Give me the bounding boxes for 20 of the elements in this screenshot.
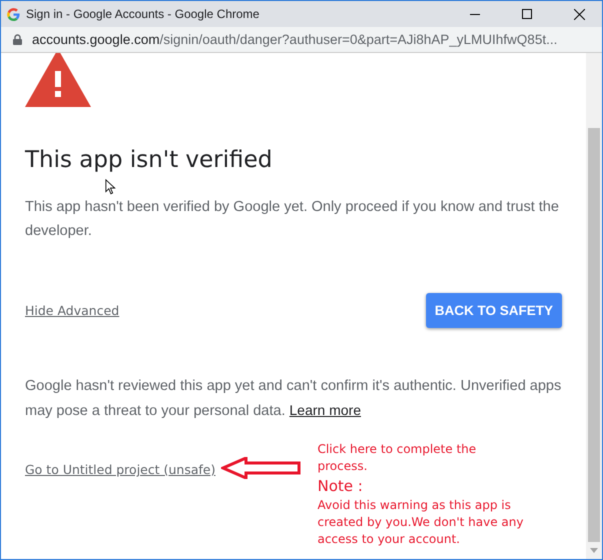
note-text: Avoid this warning as this app is created by you.We don't have any access to your account. [317,497,524,548]
scrollbar[interactable] [586,53,602,559]
warning-text: Google hasn't reviewed this app yet and can't confirm it's authentic. Unverified apps may pose a threat to your personal data. Learn more [25,377,562,421]
google-logo-icon [7,8,20,20]
window-title: Sign in - Google Accounts - Google Chrome [26,7,260,21]
learn-more-link[interactable]: Learn more [289,402,361,418]
unsafe-link[interactable]: Go to Untitled project (unsafe) [25,462,216,477]
back-to-safety-button[interactable]: BACK TO SAFETY [426,293,562,328]
close-icon [574,8,584,20]
hide-advanced-link[interactable]: Hide Advanced [25,303,120,318]
maximize-icon [522,9,532,19]
annotation-text: Click here to complete the process. [317,441,478,475]
warning-icon [25,53,91,107]
scroll-down-icon [590,548,598,553]
arrow-icon [221,457,302,479]
page-heading: This app isn't verified [25,147,274,173]
note-title: Note : [317,476,364,497]
lock-icon [13,34,22,45]
description-text: This app hasn't been verified by Google yet. Only proceed if you know and trust the developer. [25,198,560,241]
mouse-pointer-icon [105,179,116,195]
